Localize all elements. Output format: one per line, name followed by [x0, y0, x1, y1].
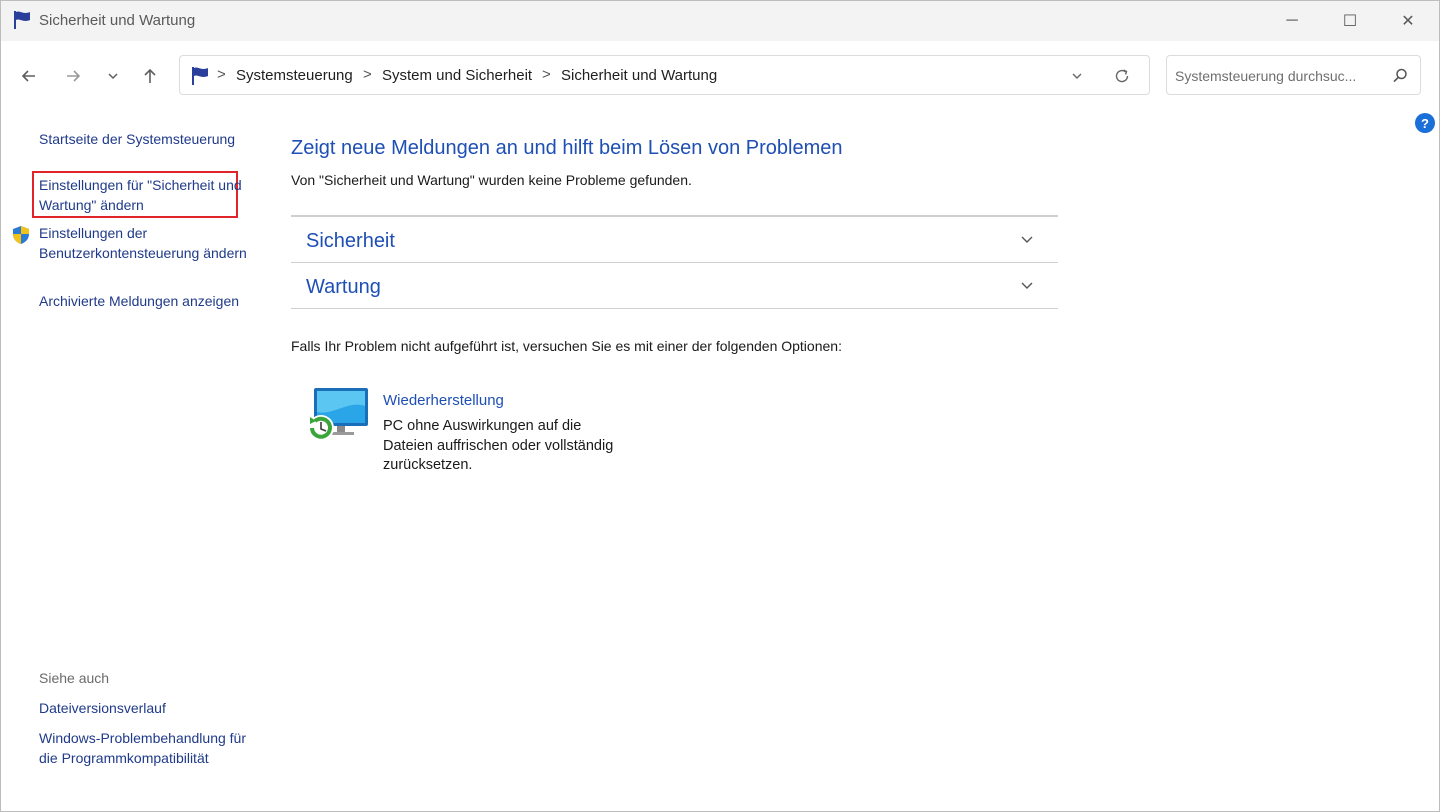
breadcrumb-separator: >	[542, 66, 551, 83]
title-bar: Sicherheit und Wartung ─ ☐ ✕	[1, 1, 1439, 41]
see-also-file-history[interactable]: Dateiversionsverlauf	[39, 699, 249, 719]
recovery-description: PC ohne Auswirkungen auf die Dateien auf…	[383, 418, 614, 473]
arrow-left-icon	[21, 70, 35, 82]
close-button[interactable]: ✕	[1379, 1, 1437, 41]
back-button[interactable]	[14, 61, 44, 91]
search-box[interactable]	[1166, 55, 1421, 95]
section-divider	[291, 308, 1058, 309]
flag-icon	[192, 67, 208, 85]
breadcrumb-sicherheit-und-wartung[interactable]: Sicherheit und Wartung	[561, 67, 717, 84]
chevron-down-icon	[108, 73, 118, 80]
see-also-compatibility-troubleshooter[interactable]: Windows-Problembehandlung für die Progra…	[39, 729, 249, 768]
arrow-up-icon	[144, 68, 156, 83]
section-security[interactable]: Sicherheit	[291, 215, 1058, 261]
flag-icon	[14, 11, 30, 29]
forward-button[interactable]	[58, 61, 88, 91]
address-bar[interactable]: > Systemsteuerung > System und Sicherhei…	[179, 55, 1150, 95]
recovery-monitor-icon[interactable]	[304, 386, 370, 446]
chevron-down-icon[interactable]	[1019, 231, 1035, 247]
see-also-heading: Siehe auch	[39, 670, 110, 686]
section-security-label: Sicherheit	[306, 230, 395, 252]
recent-locations-button[interactable]	[98, 61, 128, 91]
address-history-button[interactable]	[1065, 65, 1089, 87]
uac-shield-icon	[13, 226, 29, 244]
breadcrumb-separator: >	[217, 66, 226, 83]
breadcrumb-systemsteuerung[interactable]: Systemsteuerung	[236, 67, 353, 84]
help-button[interactable]: ?	[1415, 113, 1435, 133]
refresh-button[interactable]	[1110, 64, 1134, 88]
section-maintenance-label: Wartung	[306, 276, 381, 298]
page-title: Zeigt neue Meldungen an und hilft beim L…	[291, 137, 843, 159]
chevron-down-icon[interactable]	[1019, 277, 1035, 293]
control-panel-window: Sicherheit und Wartung ─ ☐ ✕ > Systemste…	[0, 0, 1440, 812]
navigation-bar: > Systemsteuerung > System und Sicherhei…	[1, 41, 1439, 107]
breadcrumb-system-und-sicherheit[interactable]: System und Sicherheit	[382, 67, 532, 84]
up-button[interactable]	[135, 61, 165, 91]
window-title: Sicherheit und Wartung	[39, 12, 196, 29]
sidebar-link-control-panel-home[interactable]: Startseite der Systemsteuerung	[39, 130, 249, 150]
sidebar-link-change-settings[interactable]: Einstellungen für "Sicherheit und Wartun…	[39, 176, 249, 215]
breadcrumb-separator: >	[363, 66, 372, 83]
sidebar-link-archived-messages[interactable]: Archivierte Meldungen anzeigen	[39, 292, 249, 312]
section-maintenance[interactable]: Wartung	[291, 262, 1058, 308]
search-icon[interactable]	[1389, 65, 1411, 87]
recovery-link[interactable]: Wiederherstellung	[383, 392, 504, 409]
minimize-button[interactable]: ─	[1263, 1, 1321, 41]
options-hint: Falls Ihr Problem nicht aufgeführt ist, …	[291, 338, 842, 354]
sidebar-link-uac-settings[interactable]: Einstellungen der Benutzerkontensteuerun…	[39, 224, 249, 263]
refresh-icon	[1115, 69, 1129, 83]
status-message: Von "Sicherheit und Wartung" wurden kein…	[291, 172, 692, 188]
maximize-button[interactable]: ☐	[1321, 1, 1379, 41]
arrow-right-icon	[67, 70, 81, 82]
chevron-down-icon	[1072, 73, 1082, 79]
search-input[interactable]	[1175, 65, 1375, 87]
